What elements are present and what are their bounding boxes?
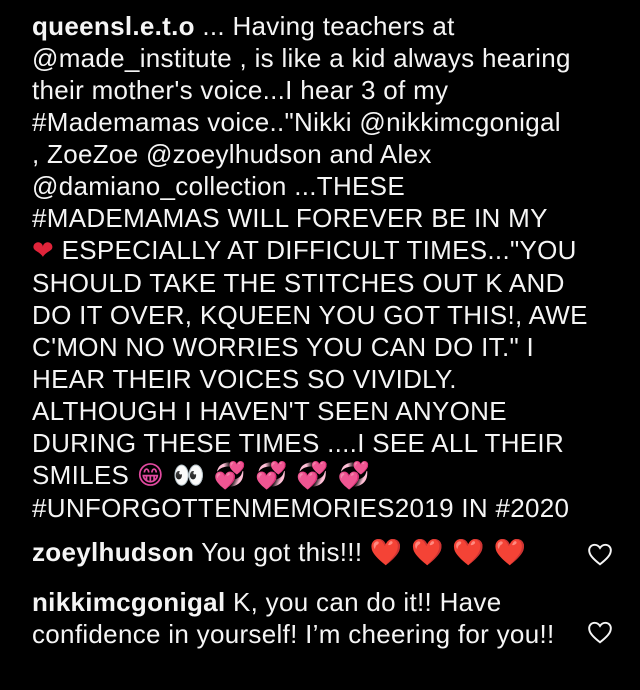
post-author-username[interactable]: queensl.e.t.o — [32, 11, 195, 41]
red-hearts-emojis: ❤️ ❤️ ❤️ ❤️ — [369, 538, 527, 568]
caption-last-line: #UNFORGOTTENMEMORIES2019 IN #2020 — [32, 493, 570, 523]
caption-line-7: #MADEMAMAS WILL FOREVER BE IN MY — [32, 203, 548, 233]
caption-line-14: DURING THESE TIMES ....I SEE ALL THEIR — [32, 428, 565, 458]
caption-line-6: @damiano_collection ...THESE — [32, 171, 405, 201]
caption-line-12: HEAR THEIR VOICES SO VIVIDLY. — [32, 364, 457, 394]
caption-line-2: @made_institute , is like a kid always h… — [32, 43, 571, 73]
post-caption: queensl.e.t.o ... Having teachers at @ma… — [32, 10, 622, 524]
comment-username[interactable]: nikkimcgonigal — [32, 587, 225, 617]
caption-line-5: , ZoeZoe @zoeylhudson and Alex — [32, 139, 432, 169]
comment-text: You got this!!! — [194, 537, 370, 567]
heart-outline-icon[interactable] — [587, 620, 613, 644]
caption-line-10: DO IT OVER, KQUEEN YOU GOT THIS!, AWE — [32, 300, 588, 330]
caption-line-13: ALTHOUGH I HAVEN'T SEEN ANYONE — [32, 396, 507, 426]
heart-outline-icon[interactable] — [587, 542, 613, 566]
comment-nikkimcgonigal: nikkimcgonigal K, you can do it!! Have c… — [32, 586, 572, 650]
caption-line-4: #Mademamas voice.."Nikki @nikkimcgonigal — [32, 107, 561, 137]
smile-eyes-hearts-emojis: 😁 👀 💞 💞 💞 💞 — [136, 461, 371, 491]
caption-line-11: C'MON NO WORRIES YOU CAN DO IT." I — [32, 332, 535, 362]
caption-line-1: ... Having teachers at — [194, 11, 455, 41]
caption-line-8: ESPECIALLY AT DIFFICULT TIMES..."YOU — [54, 235, 577, 265]
caption-line-9: SHOULD TAKE THE STITCHES OUT K AND — [32, 268, 565, 298]
red-heart-emoji: ❤ — [32, 236, 55, 266]
caption-smiles-text: SMILES — [32, 460, 137, 490]
comment-username[interactable]: zoeylhudson — [32, 537, 194, 567]
comment-zoeylhudson: zoeylhudson You got this!!! ❤️ ❤️ ❤️ ❤️ — [32, 536, 572, 569]
caption-line-3: their mother's voice...I hear 3 of my — [32, 75, 449, 105]
